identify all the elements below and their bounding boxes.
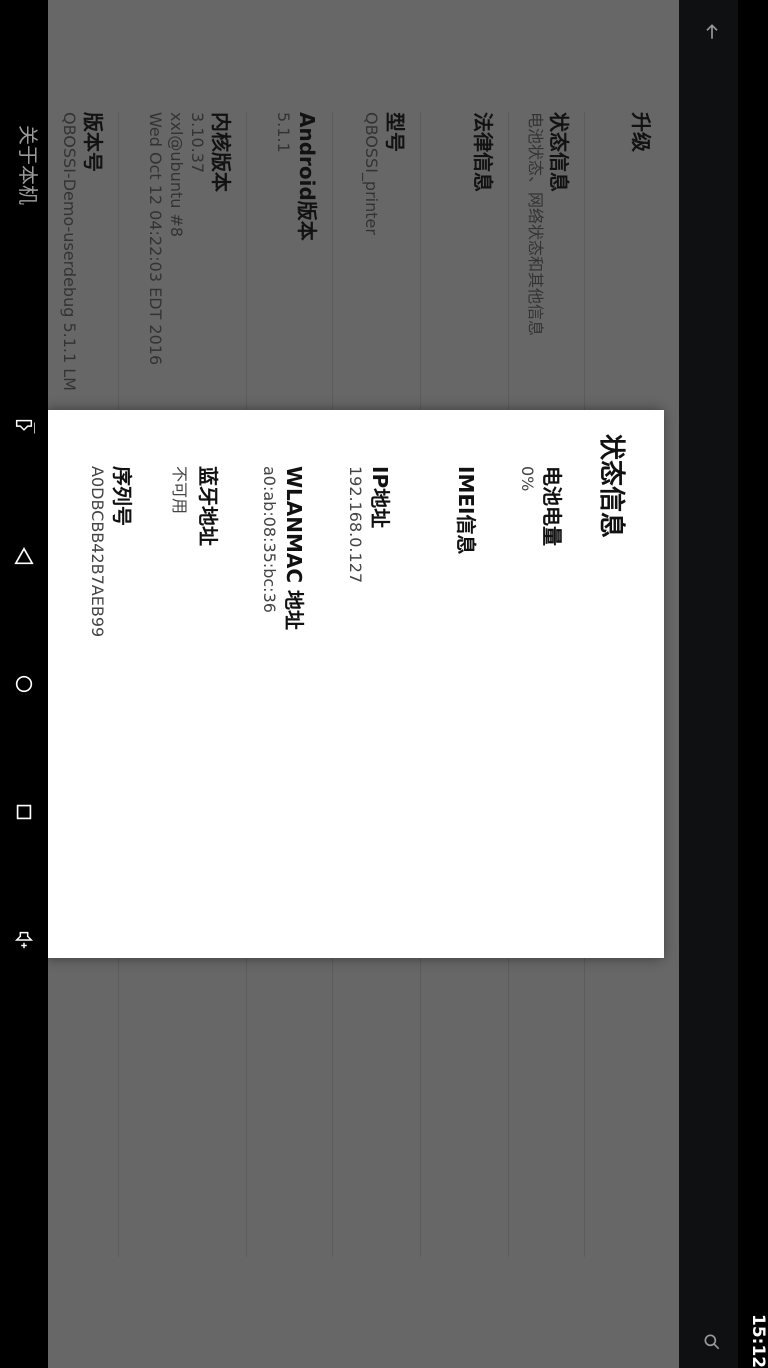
dialog-item-title: 电池电量 xyxy=(540,466,564,546)
volume-down-icon xyxy=(15,419,35,434)
status-clock: 15:12 xyxy=(744,1314,768,1368)
page-title: 关于本机 xyxy=(16,125,40,205)
dialog-item-wlan-mac: WLANMAC 地址 a0:ab:08:35:bc:36 xyxy=(260,466,310,630)
volume-up-button[interactable] xyxy=(0,916,48,964)
status-info-dialog: 状态信息 电池电量 0% IMEI信息 IP地址 192.168.0.127 W… xyxy=(48,410,664,958)
dialog-item-title: WLANMAC 地址 xyxy=(282,466,306,631)
recents-square-icon xyxy=(16,804,32,820)
search-button[interactable] xyxy=(696,1326,728,1358)
clock-text: 15:12 xyxy=(748,1314,768,1368)
dialog-item-value: a0:ab:08:35:bc:36 xyxy=(260,466,279,613)
dialog-item-imei: IMEI信息 xyxy=(453,466,482,554)
home-circle-icon xyxy=(15,675,33,693)
volume-down-button[interactable] xyxy=(0,404,48,452)
app-bar xyxy=(679,0,738,1368)
back-button[interactable] xyxy=(0,532,48,580)
home-button[interactable] xyxy=(0,660,48,708)
search-icon xyxy=(704,1334,720,1350)
dialog-item-title: IMEI信息 xyxy=(454,466,478,555)
dialog-item-title: IP地址 xyxy=(368,466,392,529)
status-bar xyxy=(738,0,768,1368)
dialog-item-value: A0DBCBB42B7AEB99 xyxy=(88,466,107,638)
up-navigation-button[interactable] xyxy=(696,16,728,48)
back-triangle-icon xyxy=(14,546,34,565)
dialog-title: 状态信息 xyxy=(596,434,626,539)
dialog-item-battery: 电池电量 0% xyxy=(518,466,568,546)
dialog-item-value: 不可用 xyxy=(170,466,189,515)
dialog-item-value: 0% xyxy=(518,466,537,492)
dialog-item-bluetooth: 蓝牙地址 不可用 xyxy=(169,466,224,546)
dialog-item-title: 蓝牙地址 xyxy=(196,466,220,546)
dialog-item-title: 序列号 xyxy=(110,466,134,526)
dialog-item-serial: 序列号 A0DBCBB42B7AEB99 xyxy=(88,466,138,637)
rotated-screen: 关于本机 升级 状态信息 电池状态、网络状态和其他信息 法律信息 型号 QBOS… xyxy=(16,0,679,1368)
volume-up-icon xyxy=(14,931,34,949)
dialog-item-value: 192.168.0.127 xyxy=(346,466,365,584)
dialog-item-ip: IP地址 192.168.0.127 xyxy=(346,466,396,583)
navigation-bar xyxy=(0,0,48,1368)
recents-button[interactable] xyxy=(0,788,48,836)
arrow-back-icon xyxy=(706,24,718,39)
